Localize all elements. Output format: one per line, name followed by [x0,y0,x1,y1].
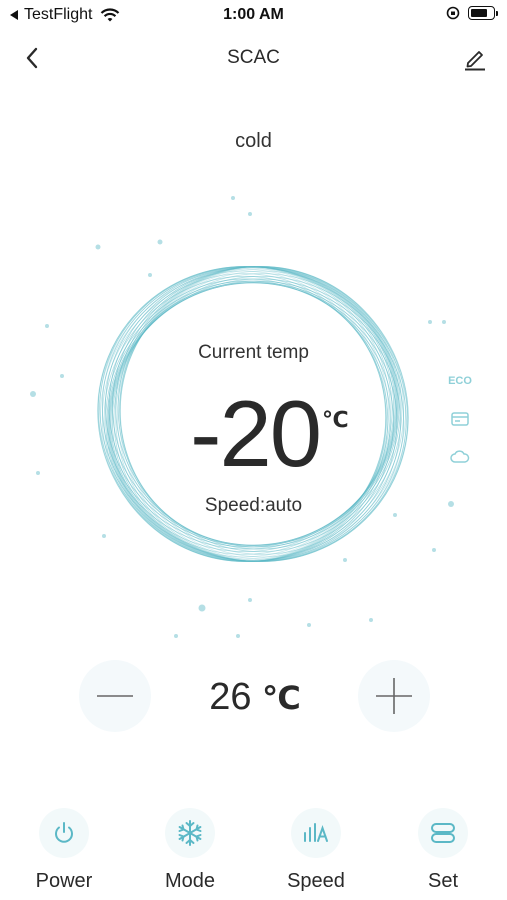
decorative-dot [432,548,436,552]
decorative-dot [343,558,347,562]
decorative-dot [45,324,49,328]
decorative-dot [36,471,40,475]
decorative-dot [148,273,152,277]
card-glyph [451,412,469,426]
decorative-dot [307,623,311,627]
decorative-dot [95,244,101,250]
decorative-dot [369,618,373,622]
current-temp-unit: ℃ [322,407,349,432]
setpoint-display: 26 ℃ [180,676,330,719]
mode-button[interactable]: Mode [140,808,240,893]
power-button[interactable]: Power [14,808,114,893]
mode-label: Mode [164,870,216,892]
increase-temp-button[interactable] [358,660,430,732]
minus-icon [97,695,133,697]
decorative-dot [157,239,163,245]
decorative-dot [428,320,432,324]
set-button[interactable]: Set [393,808,493,893]
edit-button[interactable] [461,44,489,72]
current-temp-label: Current temp [198,342,309,363]
control-bar: Power Mode Speed Set [0,808,507,900]
cloud-icon[interactable] [446,446,474,468]
decorative-dot [236,634,240,638]
decorative-dot [60,374,64,378]
decorative-dot [442,320,446,324]
battery-icon [468,6,498,20]
power-label: Power [35,870,93,892]
current-temp-value: -20 [190,381,322,486]
decorative-dot [174,634,178,638]
pencil-icon [465,51,485,71]
decorative-dot [231,196,235,200]
cloud-glyph [450,450,470,463]
battery-level [471,9,487,17]
decorative-dot [248,598,252,602]
card-icon[interactable] [446,408,474,430]
setpoint-unit: ℃ [262,680,301,716]
mode-indicator: cold [235,130,272,152]
decrease-temp-button[interactable] [79,660,151,732]
snowflake-icon [165,808,215,858]
decorative-dot [102,534,106,538]
fan-speed-icon [291,808,341,858]
power-icon [39,808,89,858]
clock: 1:00 AM [223,6,284,23]
eco-label: ECO [448,375,472,387]
page-title: SCAC [227,47,280,68]
side-icons: ECO [446,370,474,484]
set-label: Set [427,870,459,892]
speed-button[interactable]: Speed [266,808,366,893]
decorative-dot [30,391,36,397]
temperature-dial: Current temp -20 ℃ Speed:auto [0,170,507,640]
navigation-bar: SCAC [0,38,507,78]
speed-label-tab: Speed [287,870,345,892]
eco-icon[interactable]: ECO [446,370,474,392]
decorative-dot [198,604,206,612]
speed-label: Speed:auto [204,495,303,516]
status-bar: TestFlight 1:00 AM [0,0,507,30]
orientation-lock-icon [446,6,460,20]
decorative-dot [248,212,252,216]
setpoint-value: 26 [209,676,252,718]
settings-toggle-icon [418,808,468,858]
plus-icon [376,678,412,714]
